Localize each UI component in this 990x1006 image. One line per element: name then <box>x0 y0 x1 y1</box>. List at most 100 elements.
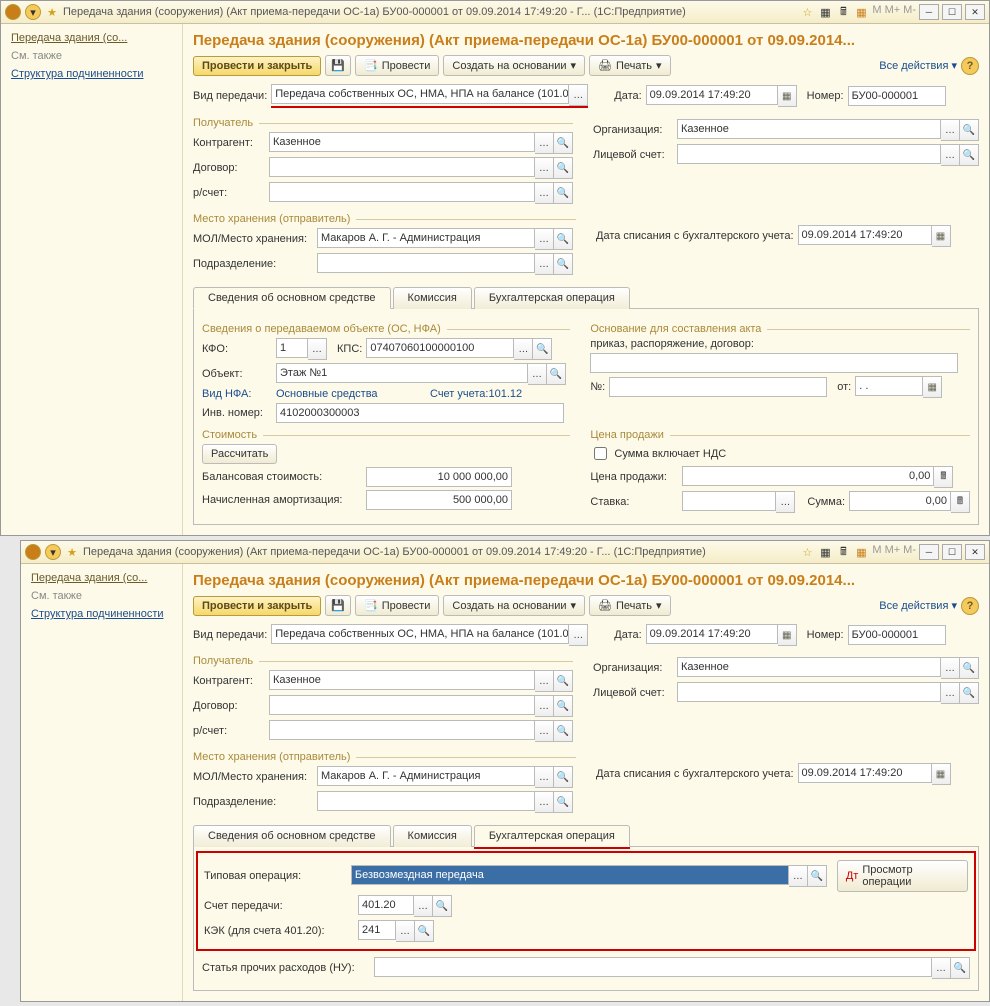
object-select-button[interactable]: … <box>528 363 547 385</box>
sch-per-open-button[interactable]: 🔍 <box>433 895 452 917</box>
help-icon[interactable]: ? <box>961 597 979 615</box>
vid-input[interactable]: Передача собственных ОС, НМА, НПА на бал… <box>271 624 569 644</box>
print-button[interactable]: 🖨Печать▾ <box>589 595 671 616</box>
acct-select-button[interactable]: … <box>941 682 960 704</box>
subdiv-input[interactable] <box>317 253 535 273</box>
vid-select-button[interactable]: … <box>569 84 588 106</box>
dropdown-icon[interactable]: ▾ <box>25 4 41 20</box>
calc-icon[interactable]: 🖩 <box>836 5 850 19</box>
subdiv-select-button[interactable]: … <box>535 791 554 813</box>
other-select-button[interactable]: … <box>932 957 951 979</box>
contr-input[interactable]: Казенное <box>269 132 535 152</box>
org-open-button[interactable]: 🔍 <box>960 119 979 141</box>
sch-per-select-button[interactable]: … <box>414 895 433 917</box>
rs-input[interactable] <box>269 720 535 740</box>
date-input[interactable]: 09.09.2014 17:49:20 <box>646 624 778 644</box>
mol-input[interactable]: Макаров А. Г. - Администрация <box>317 766 535 786</box>
vat-checkbox[interactable] <box>594 447 607 460</box>
dogovor-select-button[interactable]: … <box>535 695 554 717</box>
calc-icon[interactable]: 🖩 <box>836 545 850 559</box>
price-input[interactable]: 0,00 <box>682 466 934 486</box>
post-close-button[interactable]: Провести и закрыть <box>193 56 321 76</box>
org-input[interactable]: Казенное <box>677 657 941 677</box>
inv-input[interactable]: 4102000300003 <box>276 403 564 423</box>
price-calc-button[interactable]: 🖩 <box>934 466 953 488</box>
acct-open-button[interactable]: 🔍 <box>960 144 979 166</box>
contr-input[interactable]: Казенное <box>269 670 535 690</box>
date-input[interactable]: 09.09.2014 17:49:20 <box>646 85 778 105</box>
acct-open-button[interactable]: 🔍 <box>960 682 979 704</box>
rs-open-button[interactable]: 🔍 <box>554 182 573 204</box>
basis-input[interactable] <box>590 353 958 373</box>
post-close-button[interactable]: Провести и закрыть <box>193 596 321 616</box>
rs-select-button[interactable]: … <box>535 720 554 742</box>
tab-commission[interactable]: Комиссия <box>393 287 472 309</box>
save-button[interactable]: 💾 <box>325 55 351 76</box>
sidebar-item-structure[interactable]: Структура подчиненности <box>31 608 174 620</box>
rate-select-button[interactable]: … <box>776 491 795 513</box>
balance-input[interactable]: 10 000 000,00 <box>366 467 512 487</box>
dogovor-open-button[interactable]: 🔍 <box>554 157 573 179</box>
sidebar-active-link[interactable]: Передача здания (со... <box>31 572 174 584</box>
kek-select-button[interactable]: … <box>396 920 415 942</box>
print-button[interactable]: 🖨Печать▾ <box>589 55 671 76</box>
sidebar-active-link[interactable]: Передача здания (со... <box>11 32 174 44</box>
dogovor-input[interactable] <box>269 157 535 177</box>
tab-main-info[interactable]: Сведения об основном средстве <box>193 825 391 847</box>
rs-select-button[interactable]: … <box>535 182 554 204</box>
subdiv-select-button[interactable]: … <box>535 253 554 275</box>
favorite-icon[interactable]: ☆ <box>800 545 814 559</box>
all-actions-link[interactable]: Все действия ▾ <box>879 59 957 72</box>
rate-input[interactable] <box>682 491 776 511</box>
object-input[interactable]: Этаж №1 <box>276 363 528 383</box>
from-calendar-button[interactable]: ▦ <box>923 376 942 398</box>
no-input[interactable] <box>609 377 827 397</box>
star-icon[interactable]: ★ <box>65 545 79 559</box>
vid-input[interactable]: Передача собственных ОС, НМА, НПА на бал… <box>271 84 569 104</box>
close-button[interactable]: ✕ <box>965 544 985 560</box>
create-on-button[interactable]: Создать на основании▾ <box>443 595 585 616</box>
tab-main-info[interactable]: Сведения об основном средстве <box>193 287 391 309</box>
kps-input[interactable]: 07407060100000100 <box>366 338 514 358</box>
maximize-button[interactable]: ☐ <box>942 544 962 560</box>
subdiv-input[interactable] <box>317 791 535 811</box>
sch-per-input[interactable]: 401.20 <box>358 895 414 915</box>
memory-mplus[interactable]: M+ <box>885 4 901 20</box>
maximize-button[interactable]: ☐ <box>942 4 962 20</box>
mol-open-button[interactable]: 🔍 <box>554 228 573 250</box>
rs-open-button[interactable]: 🔍 <box>554 720 573 742</box>
dogovor-open-button[interactable]: 🔍 <box>554 695 573 717</box>
acct-input[interactable] <box>677 682 941 702</box>
mol-select-button[interactable]: … <box>535 766 554 788</box>
writeoff-input[interactable]: 09.09.2014 17:49:20 <box>798 225 932 245</box>
calendar-icon[interactable]: ▦ <box>854 5 868 19</box>
help-icon[interactable]: ? <box>961 57 979 75</box>
kek-open-button[interactable]: 🔍 <box>415 920 434 942</box>
org-select-button[interactable]: … <box>941 119 960 141</box>
op-select-button[interactable]: … <box>789 865 808 887</box>
writeoff-calendar-button[interactable]: ▦ <box>932 763 951 785</box>
other-open-button[interactable]: 🔍 <box>951 957 970 979</box>
acct-input[interactable] <box>677 144 941 164</box>
dogovor-select-button[interactable]: … <box>535 157 554 179</box>
sum-input[interactable]: 0,00 <box>849 491 951 511</box>
amort-input[interactable]: 500 000,00 <box>366 490 512 510</box>
mol-select-button[interactable]: … <box>535 228 554 250</box>
mol-open-button[interactable]: 🔍 <box>554 766 573 788</box>
kps-select-button[interactable]: … <box>514 338 533 360</box>
op-open-button[interactable]: 🔍 <box>808 865 827 887</box>
from-input[interactable]: . . <box>855 376 923 396</box>
close-button[interactable]: ✕ <box>965 4 985 20</box>
memory-mplus[interactable]: M+ <box>885 544 901 560</box>
acct-select-button[interactable]: … <box>941 144 960 166</box>
date-calendar-button[interactable]: ▦ <box>778 85 797 107</box>
kfo-input[interactable]: 1 <box>276 338 308 358</box>
favorite-icon[interactable]: ☆ <box>800 5 814 19</box>
post-button[interactable]: 📑Провести <box>355 55 439 76</box>
contr-open-button[interactable]: 🔍 <box>554 132 573 154</box>
tab-accounting[interactable]: Бухгалтерская операция <box>474 287 630 309</box>
subdiv-open-button[interactable]: 🔍 <box>554 791 573 813</box>
subdiv-open-button[interactable]: 🔍 <box>554 253 573 275</box>
contr-select-button[interactable]: … <box>535 132 554 154</box>
contr-open-button[interactable]: 🔍 <box>554 670 573 692</box>
